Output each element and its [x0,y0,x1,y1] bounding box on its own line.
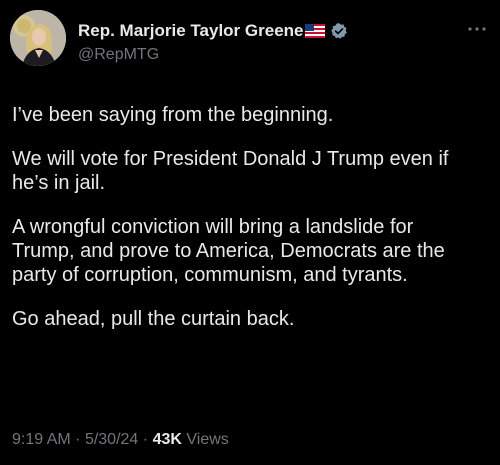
tweet-header: Rep. Marjorie Taylor Greene @RepMTG [10,10,490,72]
meta-separator: · [142,431,149,448]
tweet-paragraph: A wrongful conviction will bring a lands… [12,216,445,286]
profile-avatar-icon [10,10,66,66]
tweet-time[interactable]: 9:19 AM [12,431,71,448]
verified-badge-icon[interactable] [330,22,348,40]
tweet-paragraph: Go ahead, pull the curtain back. [12,308,295,330]
avatar[interactable] [10,10,66,66]
more-options-icon[interactable] [466,22,488,36]
us-flag-icon [305,24,326,38]
display-name-row: Rep. Marjorie Taylor Greene [78,20,348,42]
tweet-card: Rep. Marjorie Taylor Greene @RepMTG I’ve… [0,0,500,465]
display-name[interactable]: Rep. Marjorie Taylor Greene [78,21,303,41]
author-handle[interactable]: @RepMTG [78,46,348,64]
author-names: Rep. Marjorie Taylor Greene @RepMTG [78,20,348,64]
views-label: Views [186,431,229,448]
tweet-date[interactable]: 5/30/24 [85,431,138,448]
meta-separator: · [75,431,81,448]
tweet-meta: 9:19 AM · 5/30/24 · 43K Views [12,431,229,449]
views-count: 43K [152,431,182,448]
tweet-paragraph: I’ve been saying from the beginning. [12,104,334,126]
tweet-paragraph: We will vote for President Donald J Trum… [12,148,449,194]
tweet-text: I’ve been saying from the beginning. We … [12,103,490,351]
